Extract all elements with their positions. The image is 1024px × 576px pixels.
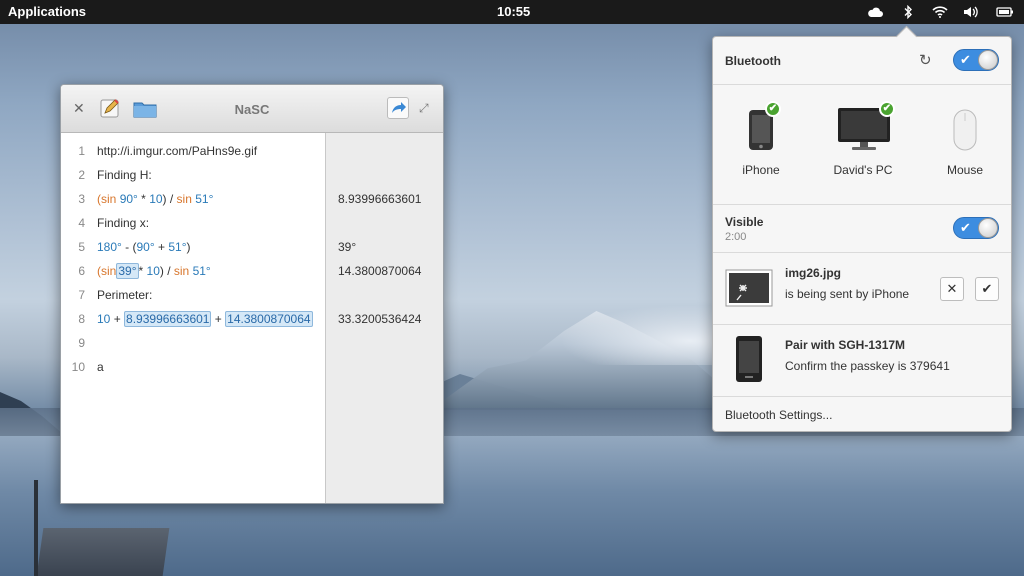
- transfer-filename: img26.jpg: [785, 266, 842, 280]
- toggle-knob: [978, 218, 998, 238]
- line-number: 6: [78, 264, 85, 278]
- line-text[interactable]: 180° - (90° + 51°): [97, 235, 191, 259]
- maximize-icon[interactable]: ⤢: [419, 101, 429, 116]
- pair-title: Pair with SGH-1317M: [785, 338, 906, 352]
- editor-line[interactable]: 2 Finding H:: [61, 163, 325, 187]
- battery-icon[interactable]: [996, 3, 1014, 21]
- wifi-icon[interactable]: [931, 3, 949, 21]
- editor-line[interactable]: 10 a: [61, 355, 325, 379]
- toggle-knob: [978, 50, 998, 70]
- line-number: 10: [71, 360, 85, 374]
- line-number: 1: [78, 144, 85, 158]
- cloud-icon[interactable]: [866, 3, 884, 21]
- bluetooth-settings-link[interactable]: Bluetooth Settings...: [725, 408, 832, 422]
- bluetooth-popover: Bluetooth ↻ ✔ ✔ iPhone ✔ David's PC Mous…: [712, 36, 1012, 432]
- pair-message: Confirm the passkey is 379641: [785, 359, 950, 373]
- visible-label: Visible: [725, 215, 764, 229]
- editor-line[interactable]: 8 10 + 8.93996663601 + 14.3800870064: [61, 307, 325, 331]
- device-name: David's PC: [833, 163, 893, 177]
- window-title: NaSC: [234, 102, 270, 117]
- device-name: iPhone: [742, 163, 780, 177]
- check-icon: ✔: [960, 220, 971, 235]
- visible-timer: 2:00: [725, 231, 747, 243]
- phone-icon: [736, 336, 762, 382]
- result-value[interactable]: 39°: [338, 235, 356, 259]
- divider: [713, 396, 1011, 397]
- editor-line[interactable]: 1 http://i.imgur.com/PaHns9e.gif: [61, 139, 325, 163]
- image-file-icon: [725, 269, 773, 307]
- line-number: 5: [78, 240, 85, 254]
- line-number: 8: [78, 312, 85, 326]
- editor-line[interactable]: 7 Perimeter:: [61, 283, 325, 307]
- volume-icon[interactable]: [962, 3, 980, 21]
- bluetooth-header: Bluetooth: [725, 54, 781, 68]
- editor-line[interactable]: 5 180° - (90° + 51°): [61, 235, 325, 259]
- line-number: 3: [78, 192, 85, 206]
- connected-check-icon: ✔: [879, 101, 895, 117]
- clock[interactable]: 10:55: [497, 4, 530, 19]
- nasc-window: ✕ NaSC ⤢ 1 http://i.imgur.com/PaHns9e.gi…: [60, 84, 444, 504]
- transfer-status: is being sent by iPhone: [785, 287, 910, 301]
- line-text[interactable]: Finding x:: [97, 211, 149, 235]
- bluetooth-toggle[interactable]: ✔: [953, 49, 999, 71]
- accept-transfer-button[interactable]: ✔: [975, 277, 999, 301]
- result-value[interactable]: 8.93996663601: [338, 187, 421, 211]
- mouse-icon: [953, 109, 977, 151]
- share-icon[interactable]: [387, 97, 409, 119]
- divider: [713, 252, 1011, 253]
- line-text[interactable]: Perimeter:: [97, 283, 152, 307]
- device-name: Mouse: [946, 163, 984, 177]
- check-icon: ✔: [960, 52, 971, 67]
- divider: [713, 204, 1011, 205]
- line-text[interactable]: (sin 90° * 10) / sin 51°: [97, 187, 213, 211]
- line-number: 7: [78, 288, 85, 302]
- line-number: 9: [78, 336, 85, 350]
- editor-line[interactable]: 4 Finding x:: [61, 211, 325, 235]
- line-text[interactable]: a: [97, 355, 104, 379]
- line-text[interactable]: http://i.imgur.com/PaHns9e.gif: [97, 139, 257, 163]
- result-value[interactable]: 33.3200536424: [338, 307, 421, 331]
- top-panel: Applications 10:55: [0, 0, 1024, 24]
- editor-line[interactable]: 9: [61, 331, 325, 355]
- line-number: 4: [78, 216, 85, 230]
- line-text[interactable]: (sin 39° * 10) / sin 51°: [97, 259, 211, 283]
- result-value[interactable]: 14.3800870064: [338, 259, 421, 283]
- line-text[interactable]: 10 + 8.93996663601 + 14.3800870064: [97, 307, 313, 331]
- editor-line[interactable]: 6 (sin 39° * 10) / sin 51°: [61, 259, 325, 283]
- divider: [713, 84, 1011, 85]
- refresh-icon[interactable]: ↻: [919, 51, 932, 69]
- editor-line[interactable]: 3 (sin 90° * 10) / sin 51°: [61, 187, 325, 211]
- editor-pane[interactable]: 1 http://i.imgur.com/PaHns9e.gif 2 Findi…: [61, 133, 325, 503]
- line-number: 2: [78, 168, 85, 182]
- applications-menu[interactable]: Applications: [8, 4, 86, 19]
- wallpaper-dock: [36, 528, 170, 576]
- divider: [713, 324, 1011, 325]
- connected-check-icon: ✔: [765, 101, 781, 117]
- reject-transfer-button[interactable]: ✕: [940, 277, 964, 301]
- line-text[interactable]: Finding H:: [97, 163, 152, 187]
- wallpaper-post: [34, 480, 38, 576]
- visible-toggle[interactable]: ✔: [953, 217, 999, 239]
- window-titlebar[interactable]: ✕ NaSC ⤢: [61, 85, 443, 133]
- results-pane: 8.93996663601 39° 14.3800870064 33.32005…: [325, 133, 443, 503]
- bluetooth-icon[interactable]: [899, 3, 917, 21]
